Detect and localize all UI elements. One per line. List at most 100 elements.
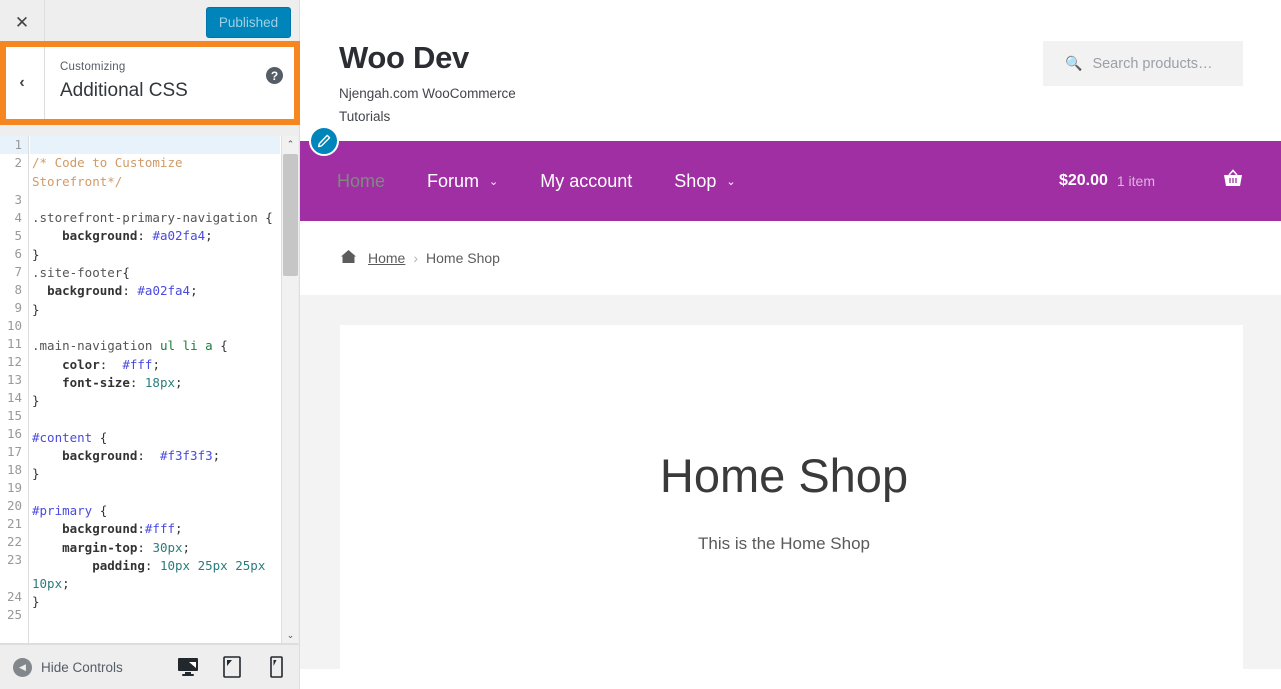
line-number: 22 <box>6 534 22 549</box>
content-area: Home Shop This is the Home Shop <box>300 295 1281 669</box>
line-number: 5 <box>14 228 22 243</box>
primary-navigation: Home Forum ⌄ My account Shop ⌄ $20.00 1 item <box>300 126 1281 221</box>
line-number: 20 <box>6 498 22 513</box>
code-line[interactable] <box>30 319 280 337</box>
nav-item-shop[interactable]: Shop ⌄ <box>674 171 735 192</box>
page-title: Additional CSS <box>60 80 188 101</box>
shopping-basket-icon[interactable] <box>1222 168 1244 194</box>
page-subtitle: This is the Home Shop <box>698 534 870 553</box>
chevron-down-icon[interactable]: ⌄ <box>489 175 498 188</box>
code-line[interactable]: padding: 10px 25px 25px 10px; <box>30 557 280 594</box>
customizer-footer: ◀ Hide Controls <box>0 644 299 689</box>
breadcrumb-current: Home Shop <box>426 250 500 266</box>
line-number: 4 <box>14 210 22 225</box>
nav-item-label: Home <box>337 170 386 191</box>
breadcrumb: Home › Home Shop <box>300 221 1281 295</box>
line-number: 11 <box>6 336 22 351</box>
line-number: 18 <box>6 462 22 477</box>
line-number: 9 <box>14 300 22 315</box>
breadcrumb-separator: › <box>413 250 419 266</box>
line-number: 23 <box>6 552 22 567</box>
site-title[interactable]: Woo Dev <box>339 40 539 76</box>
customizer-section-titles: Customizing Additional CSS <box>60 60 188 104</box>
nav-item-label: Shop <box>674 170 717 191</box>
nav-item-label: My account <box>540 170 633 191</box>
search-icon: 🔍 <box>1065 55 1083 71</box>
code-line[interactable]: background: #f3f3f3; <box>30 447 280 465</box>
chevron-down-icon[interactable]: ⌄ <box>726 175 735 188</box>
pencil-icon[interactable] <box>309 126 339 156</box>
scroll-down-icon[interactable]: ⌄ <box>282 627 298 643</box>
code-line[interactable]: background: #a02fa4; <box>30 227 280 245</box>
line-number: 19 <box>6 480 22 495</box>
customizer-panel: ✕ Published ‹ Customizing Additional CSS… <box>0 0 300 689</box>
scrollbar-thumb[interactable] <box>283 154 298 276</box>
primary-content-box: Home Shop This is the Home Shop <box>340 325 1243 669</box>
desktop-icon[interactable] <box>173 652 203 682</box>
customizer-topbar: ✕ Published <box>0 0 299 45</box>
code-line[interactable]: color: #fff; <box>30 356 280 374</box>
line-number: 6 <box>14 246 22 261</box>
line-number: 14 <box>6 390 22 405</box>
site-header: Woo Dev Njengah.com WooCommerce Tutorial… <box>300 0 1281 141</box>
code-line[interactable]: background:#fff; <box>30 520 280 538</box>
line-number: 7 <box>14 264 22 279</box>
nav-list: Home Forum ⌄ My account Shop ⌄ <box>337 171 778 192</box>
device-preview-buttons <box>173 652 291 682</box>
code-line[interactable]: #primary { <box>30 502 280 520</box>
mobile-icon[interactable] <box>261 652 291 682</box>
product-search[interactable]: 🔍 <box>1043 41 1243 86</box>
nav-item-forum[interactable]: Forum ⌄ <box>427 171 498 192</box>
line-number: 25 <box>6 607 22 622</box>
editor-gutter: 1 2 3 4 5 6 7 8 9 10 11 12 13 14 15 16 17 18 19 20 21 22 23 24 2… <box>0 136 29 643</box>
customizer-section-header: ‹ Customizing Additional CSS ? <box>0 46 299 120</box>
hide-controls-label: Hide Controls <box>41 659 123 675</box>
line-number: 15 <box>6 408 22 423</box>
home-icon <box>340 249 357 267</box>
line-number: 16 <box>6 426 22 441</box>
editor-scrollbar[interactable]: ⌃ ⌄ <box>281 136 298 643</box>
code-line[interactable]: } <box>30 593 280 611</box>
code-line[interactable]: } <box>30 465 280 483</box>
code-line[interactable]: } <box>30 392 280 410</box>
code-line[interactable] <box>30 410 280 428</box>
code-line[interactable]: background: #a02fa4; <box>30 282 280 300</box>
code-line[interactable]: .main-navigation ul li a { <box>30 337 280 355</box>
cart-amount: $20.00 <box>1058 172 1108 189</box>
breadcrumb-home-link[interactable]: Home <box>368 250 405 266</box>
help-icon[interactable]: ? <box>266 67 283 84</box>
line-number: 8 <box>14 282 22 297</box>
code-line[interactable]: margin-top: 30px; <box>30 539 280 557</box>
code-line[interactable]: /* Code to Customize Storefront*/ <box>30 154 280 191</box>
publish-button[interactable]: Published <box>206 7 291 38</box>
code-line[interactable] <box>30 612 280 630</box>
code-line[interactable]: #content { <box>30 429 280 447</box>
code-line[interactable] <box>30 484 280 502</box>
nav-item-home[interactable]: Home <box>337 171 385 192</box>
code-line[interactable] <box>30 136 280 155</box>
customizing-eyebrow: Customizing <box>60 61 126 73</box>
collapse-arrow-icon: ◀ <box>13 657 32 677</box>
code-line[interactable]: .site-footer{ <box>30 264 280 282</box>
back-chevron-icon[interactable]: ‹ <box>0 46 45 119</box>
code-line[interactable]: font-size: 18px; <box>30 374 280 392</box>
tablet-icon[interactable] <box>217 652 247 682</box>
line-number: 13 <box>6 372 22 387</box>
code-line[interactable] <box>30 191 280 209</box>
line-number: 12 <box>6 354 22 369</box>
line-number: 1 <box>0 136 28 154</box>
code-line[interactable]: } <box>30 301 280 319</box>
cart-contents[interactable]: $20.00 1 item <box>1058 168 1244 194</box>
scroll-up-icon[interactable]: ⌃ <box>282 136 298 153</box>
search-input[interactable] <box>1090 54 1241 73</box>
hide-controls-button[interactable]: ◀ Hide Controls <box>13 657 123 677</box>
close-icon[interactable]: ✕ <box>0 0 45 45</box>
editor-code-area[interactable]: /* Code to Customize Storefront*/ .store… <box>30 136 280 643</box>
line-number: 2 <box>14 155 22 170</box>
css-code-editor[interactable]: 1 2 3 4 5 6 7 8 9 10 11 12 13 14 15 16 17 18 19 20 21 22 23 24 2… <box>0 136 298 644</box>
code-line[interactable]: } <box>30 246 280 264</box>
code-line[interactable]: .storefront-primary-navigation { <box>30 209 280 227</box>
nav-item-my-account[interactable]: My account <box>540 171 632 192</box>
page-heading: Home Shop <box>659 449 909 502</box>
line-number: 21 <box>6 516 22 531</box>
